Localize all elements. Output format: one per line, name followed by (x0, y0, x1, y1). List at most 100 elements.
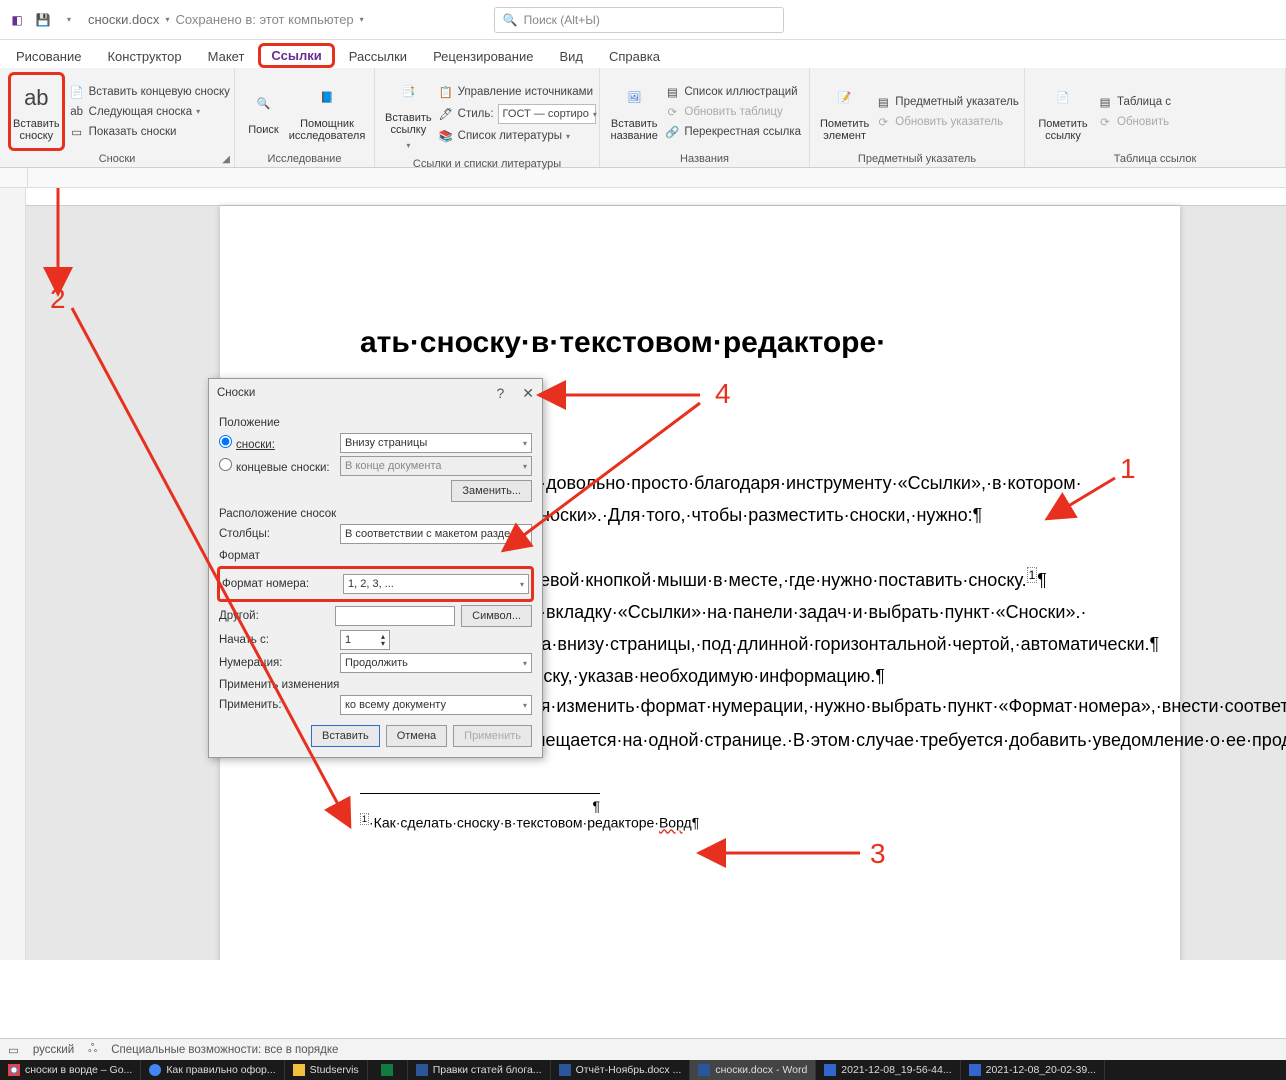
language-icon[interactable]: ▭ (8, 1043, 19, 1057)
show-notes-button[interactable]: ▭Показать сноски (69, 124, 230, 140)
tab-view[interactable]: Вид (547, 45, 595, 68)
combo-value: Продолжить (345, 657, 408, 669)
tab-help[interactable]: Справка (597, 45, 672, 68)
heading-1[interactable]: ать·сноску·в·текстовом·редакторе· (360, 326, 1110, 360)
group-captions: 🖼Вставить название ▤Список иллюстраций ⟳… (600, 68, 810, 167)
taskbar-item[interactable]: сноски в ворде – Go... (0, 1060, 141, 1080)
group-footnotes: ab Вставить сноску 📄Вставить концевую сн… (0, 68, 235, 167)
apply-button[interactable]: Применить (453, 725, 532, 747)
cross-reference-button[interactable]: 🔗Перекрестная ссылка (664, 124, 801, 140)
footnote-empty[interactable]: ¶ (360, 798, 600, 814)
table-of-figures-button[interactable]: ▤Список иллюстраций (664, 84, 801, 100)
save-icon[interactable]: 💾 (34, 11, 52, 29)
search-input[interactable]: 🔍 Поиск (Alt+Ы) (494, 7, 784, 33)
list-item[interactable]: евой·кнопкой·мыши·в·месте,·где·нужно·пос… (540, 562, 1110, 593)
caption-icon: 🖼 (618, 82, 650, 114)
qat-more-icon[interactable]: ▾ (60, 11, 78, 29)
apply-to-combo[interactable]: ко всему документу▾ (340, 695, 532, 715)
tab-layout[interactable]: Макет (196, 45, 257, 68)
radio-endnotes-row: концевые сноски: В конце документа▾ (219, 456, 532, 476)
tab-references[interactable]: Ссылки (258, 43, 334, 68)
accessibility-icon[interactable]: ஃ (88, 1043, 97, 1057)
taskbar-item-active[interactable]: сноски.docx - Word (690, 1060, 816, 1080)
taskbar-item[interactable]: Отчёт-Ноябрь.docx ... (551, 1060, 691, 1080)
chevron-icon[interactable]: ▾ (165, 15, 169, 24)
style-combo[interactable]: ГОСТ — сортиро▾ (498, 104, 596, 124)
language-status[interactable]: русский (33, 1044, 74, 1056)
big-label: Пометить ссылку (1035, 118, 1091, 142)
ruler-row (0, 168, 1286, 188)
insert-button[interactable]: Вставить (311, 725, 380, 747)
custom-mark-input[interactable] (335, 606, 455, 626)
mark-citation-button[interactable]: 📄Пометить ссылку (1033, 72, 1093, 151)
cancel-button[interactable]: Отмена (386, 725, 447, 747)
researcher-button[interactable]: 📘Помощник исследователя (288, 72, 366, 151)
numbering-combo[interactable]: Продолжить▾ (340, 653, 532, 673)
manage-sources-button[interactable]: 📋Управление источниками (438, 84, 596, 100)
accessibility-status[interactable]: Специальные возможности: все в порядке (111, 1044, 338, 1056)
section-format: Формат (219, 550, 532, 562)
number-format-combo[interactable]: 1, 2, 3, ...▾ (343, 574, 529, 594)
start-at-spinner[interactable]: 1▴▾ (340, 630, 390, 650)
titlebar: ◧ 💾 ▾ сноски.docx ▾ Сохранено в: этот ко… (0, 0, 1286, 40)
update-toa-button[interactable]: ⟳Обновить (1097, 114, 1171, 130)
radio-endnotes-input[interactable] (219, 458, 232, 471)
vertical-ruler[interactable] (0, 188, 26, 960)
dialog-launcher-icon[interactable]: ◢ (222, 154, 230, 165)
custom-mark-label: Другой: (219, 610, 329, 622)
status-bar: ▭ русский ஃ Специальные возможности: все… (0, 1038, 1286, 1060)
endnote-location-combo[interactable]: В конце документа▾ (340, 456, 532, 476)
paragraph[interactable]: ·довольно·просто·благодаря·инструменту·«… (540, 470, 1110, 496)
next-footnote-button[interactable]: abСледующая сноска▾ (69, 104, 230, 120)
tab-design[interactable]: Конструктор (95, 45, 193, 68)
horizontal-ruler[interactable] (26, 188, 1286, 206)
image-icon (824, 1064, 836, 1076)
close-icon[interactable]: ✕ (522, 385, 534, 402)
paragraph[interactable]: носки».·Для·того,·чтобы·разместить·сноск… (540, 502, 1110, 528)
tab-mailings[interactable]: Рассылки (337, 45, 419, 68)
symbol-button[interactable]: Символ... (461, 605, 532, 627)
footnote-area[interactable]: ¶ 1·Как·сделать·сноску·в·текстовом·редак… (360, 793, 1110, 831)
taskbar-item[interactable]: Studservis (285, 1060, 368, 1080)
taskbar: сноски в ворде – Go... Как правильно офо… (0, 1060, 1286, 1080)
insert-footnote-button[interactable]: ab Вставить сноску (8, 72, 65, 151)
radio-endnotes[interactable]: концевые сноски: (219, 458, 334, 474)
autosave-icon[interactable]: ◧ (8, 11, 26, 29)
insert-index-button[interactable]: ▤Предметный указатель (875, 94, 1019, 110)
row-label: Список иллюстраций (684, 86, 797, 98)
chevron-icon[interactable]: ▾ (360, 15, 364, 24)
dialog-titlebar[interactable]: Сноски ? ✕ (209, 379, 542, 407)
tab-drawing[interactable]: Рисование (4, 45, 93, 68)
insert-caption-button[interactable]: 🖼Вставить название (608, 72, 660, 151)
taskbar-item[interactable]: Правки статей блога... (408, 1060, 551, 1080)
xref-icon: 🔗 (664, 124, 680, 140)
columns-combo[interactable]: В соответствии с макетом раздела▾ (340, 524, 532, 544)
spinner-value: 1 (345, 634, 351, 646)
update-table-button[interactable]: ⟳Обновить таблицу (664, 104, 801, 120)
insert-endnote-button[interactable]: 📄Вставить концевую сноску (69, 84, 230, 100)
editing-area: ать·сноску·в·текстовом·редакторе· ·довол… (0, 188, 1286, 960)
tab-review[interactable]: Рецензирование (421, 45, 545, 68)
footnote-location-combo[interactable]: Внизу страницы▾ (340, 433, 532, 453)
radio-footnotes-input[interactable] (219, 435, 232, 448)
taskbar-item[interactable]: Как правильно офор... (141, 1060, 284, 1080)
insert-toa-button[interactable]: ▤Таблица с (1097, 94, 1171, 110)
list-item[interactable]: ·вкладку·«Ссылки»·на·панели·задач·и·выбр… (540, 599, 1110, 625)
bibliography-button[interactable]: 📚Список литературы▾ (438, 128, 596, 144)
section-layout: Расположение сносок (219, 508, 532, 520)
row-label: Обновить указатель (895, 116, 1003, 128)
radio-footnotes[interactable]: сноски: (219, 435, 334, 451)
help-icon[interactable]: ? (496, 385, 504, 402)
convert-button[interactable]: Заменить... (451, 480, 532, 502)
search-button[interactable]: 🔍Поиск (243, 72, 284, 151)
footnote-text[interactable]: 1·Как·сделать·сноску·в·текстовом·редакто… (360, 814, 1110, 831)
taskbar-item[interactable]: 2021-12-08_19-56-44... (816, 1060, 960, 1080)
section-apply: Применить изменения (219, 679, 532, 691)
taskbar-item[interactable] (368, 1060, 408, 1080)
taskbar-item[interactable]: 2021-12-08_20-02-39... (961, 1060, 1105, 1080)
mark-entry-button[interactable]: 📝Пометить элемент (818, 72, 871, 151)
insert-citation-button[interactable]: 📑Вставить ссылку▾ (383, 72, 434, 156)
update-index-button[interactable]: ⟳Обновить указатель (875, 114, 1019, 130)
combo-value: 1, 2, 3, ... (348, 578, 394, 590)
section-position: Положение (219, 417, 532, 429)
